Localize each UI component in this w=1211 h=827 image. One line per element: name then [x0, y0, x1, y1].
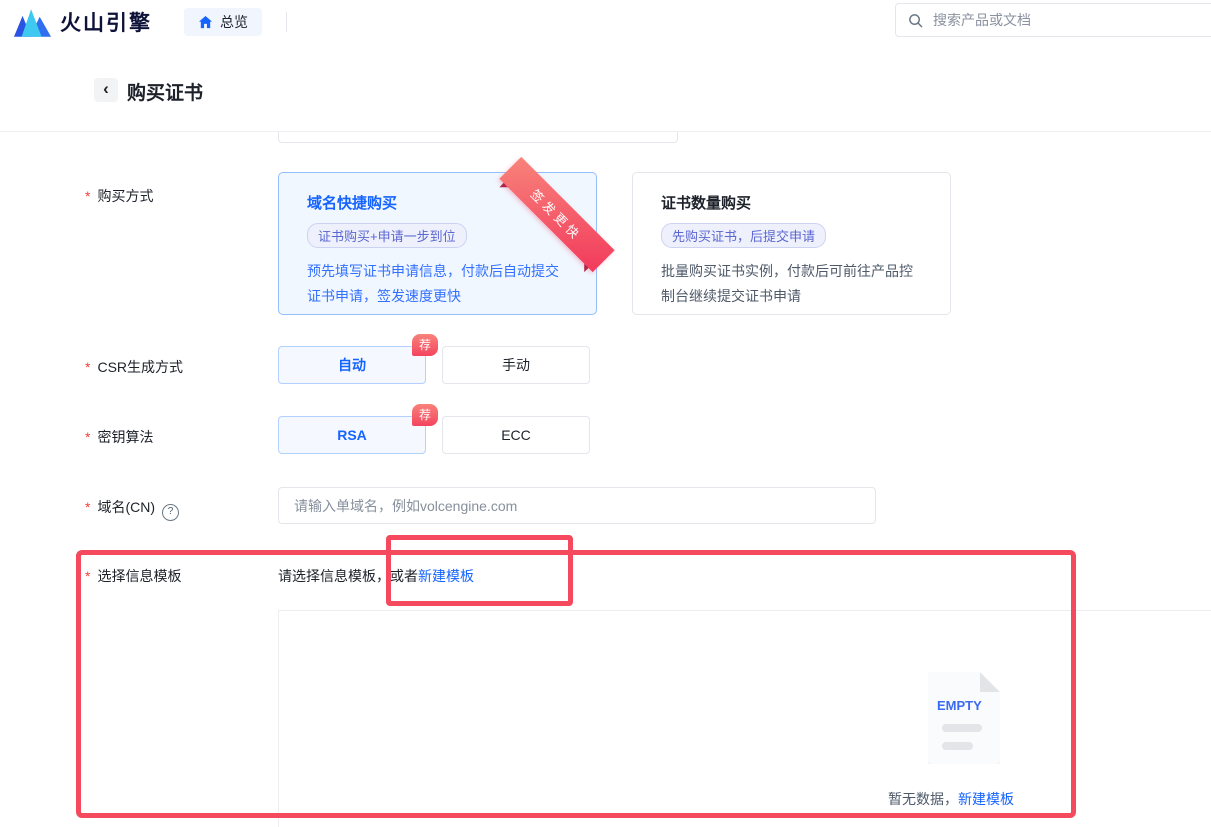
mountain-logo-icon: [14, 8, 52, 37]
card-tag: 先购买证书，后提交申请: [661, 223, 826, 248]
card-title: 证书数量购买: [661, 192, 950, 213]
label-key-algorithm: *密钥算法: [85, 427, 153, 447]
card-title: 域名快捷购买: [307, 192, 596, 213]
dropdown-panel-top-border: [278, 610, 1211, 611]
template-select-hint[interactable]: 请选择信息模板，或者新建模板: [278, 566, 474, 586]
nav-overview-button[interactable]: 总览: [184, 8, 262, 36]
required-asterisk: *: [85, 359, 90, 375]
purchase-card-domain-quick[interactable]: 域名快捷购买 证书购买+申请一步到位 预先填写证书申请信息，付款后自动提交证书申…: [278, 172, 597, 315]
create-template-link-empty[interactable]: 新建模板: [958, 791, 1014, 807]
required-asterisk: *: [85, 429, 90, 445]
empty-state-text: 暂无数据，新建模板: [888, 789, 1014, 809]
card-description: 预先填写证书申请信息，付款后自动提交证书申请，签发速度更快: [307, 259, 572, 309]
label-select-template: *选择信息模板: [85, 566, 181, 586]
folded-corner: [980, 672, 1000, 692]
label-csr-method: *CSR生成方式: [85, 357, 183, 377]
recommend-badge: 荐: [412, 334, 438, 356]
template-hint-text: 请选择信息模板，或者: [278, 568, 418, 584]
card-description: 批量购买证书实例，付款后可前往产品控制台继续提交证书申请: [661, 259, 926, 309]
buy-certificate-page: 火山引擎 总览 ‹ 购买证书 *购买方式: [0, 0, 1211, 827]
label-purchase-method: *购买方式: [85, 186, 153, 206]
card-tag: 证书购买+申请一步到位: [307, 223, 467, 248]
domain-input[interactable]: [292, 497, 856, 515]
empty-icon-label: EMPTY: [937, 698, 982, 713]
help-icon[interactable]: ?: [162, 504, 179, 521]
create-template-link[interactable]: 新建模板: [418, 568, 474, 584]
home-icon: [198, 15, 213, 30]
back-chevron-icon: ‹: [103, 79, 109, 98]
required-asterisk: *: [85, 568, 90, 584]
volcengine-logo[interactable]: 火山引擎: [14, 7, 152, 37]
back-button[interactable]: ‹: [94, 78, 118, 102]
placeholder-line: [942, 724, 982, 732]
global-search[interactable]: [895, 3, 1211, 37]
purchase-card-quantity[interactable]: 证书数量购买 先购买证书，后提交申请 批量购买证书实例，付款后可前往产品控制台继…: [632, 172, 951, 315]
key-option-rsa[interactable]: RSA 荐: [278, 416, 426, 454]
header-divider: [286, 12, 287, 32]
search-icon: [908, 13, 923, 28]
page-title: 购买证书: [127, 78, 203, 105]
nav-overview-label: 总览: [220, 12, 248, 32]
recommend-badge: 荐: [412, 404, 438, 426]
required-asterisk: *: [85, 499, 90, 515]
brand-name: 火山引擎: [60, 7, 152, 37]
annotation-box-large: [76, 550, 1076, 818]
domain-input-wrapper: [278, 487, 876, 524]
empty-state-icon: EMPTY: [928, 672, 1000, 764]
no-data-text: 暂无数据，: [888, 791, 958, 807]
placeholder-line: [942, 742, 973, 750]
top-bar: 火山引擎 总览: [0, 0, 1211, 45]
csr-option-auto[interactable]: 自动 荐: [278, 346, 426, 384]
csr-option-manual[interactable]: 手动: [442, 346, 590, 384]
label-domain-cn: *域名(CN)?: [85, 497, 179, 521]
faster-issuance-ribbon: 签发更快: [499, 157, 614, 272]
key-option-ecc[interactable]: ECC: [442, 416, 590, 454]
dropdown-panel-left-border: [278, 610, 279, 827]
search-input[interactable]: [931, 11, 1211, 29]
required-asterisk: *: [85, 188, 90, 204]
